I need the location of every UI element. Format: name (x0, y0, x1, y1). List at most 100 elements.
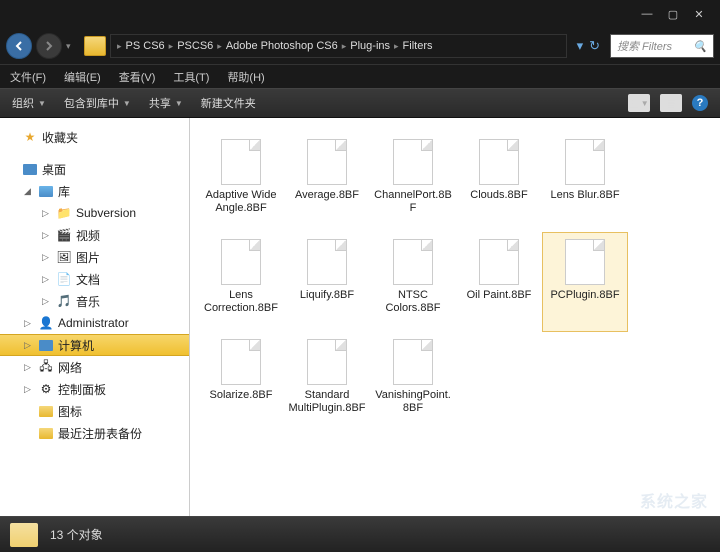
file-icon (221, 239, 261, 285)
file-item[interactable]: ChannelPort.8BF (370, 132, 456, 232)
desktop-icon (23, 164, 37, 175)
file-icon (565, 239, 605, 285)
new-folder-button[interactable]: 新建文件夹 (201, 95, 256, 111)
menu-help[interactable]: 帮助(H) (227, 69, 264, 85)
tree-lib-item[interactable]: ▷📄文档 (0, 268, 189, 290)
folder-icon (39, 428, 53, 439)
tree-lib-item[interactable]: ▷📁Subversion (0, 202, 189, 224)
file-label: Adaptive Wide Angle.8BF (201, 189, 281, 215)
file-icon (307, 339, 347, 385)
search-input[interactable]: 搜索 Filters 🔍 (610, 34, 714, 58)
file-label: Lens Blur.8BF (550, 189, 619, 202)
tree-lib-item[interactable]: ▷🎵音乐 (0, 290, 189, 312)
lib-item-icon: 🎵 (56, 294, 72, 308)
tree-lib-item[interactable]: ▷🎬视频 (0, 224, 189, 246)
crumb-3[interactable]: Plug-ins (350, 40, 390, 52)
crumb-4[interactable]: Filters (403, 40, 433, 52)
tree-library[interactable]: ◢ 库 (0, 180, 189, 202)
file-label: Standard MultiPlugin.8BF (287, 389, 367, 415)
menu-edit[interactable]: 编辑(E) (64, 69, 101, 85)
breadcrumb[interactable]: ▸ PS CS6▸ PSCS6▸ Adobe Photoshop CS6▸ Pl… (110, 34, 567, 58)
file-label: Lens Correction.8BF (201, 289, 281, 315)
toolbar: 组织▼ 包含到库中▼ 共享▼ 新建文件夹 ▦▼ ▤ ? (0, 88, 720, 118)
crumb-2[interactable]: Adobe Photoshop CS6 (226, 40, 338, 52)
preview-pane-button[interactable]: ▤ (660, 94, 682, 112)
tree-favorites[interactable]: ★ 收藏夹 (0, 126, 189, 148)
file-icon (221, 139, 261, 185)
file-item[interactable]: Lens Blur.8BF (542, 132, 628, 232)
file-icon (307, 139, 347, 185)
crumb-0[interactable]: PS CS6 (126, 40, 165, 52)
nav-tree: ★ 收藏夹 桌面 ◢ 库 ▷📁Subversion▷🎬视频▷🖼图片▷📄文档▷🎵音… (0, 118, 190, 516)
status-bar: 13 个对象 (0, 516, 720, 552)
search-icon: 🔍 (693, 40, 707, 53)
close-button[interactable]: ✕ (686, 4, 712, 24)
file-label: Solarize.8BF (210, 389, 273, 402)
file-icon (565, 139, 605, 185)
refresh-icon[interactable]: ↻ (589, 38, 600, 54)
lib-item-icon: 🎬 (56, 228, 72, 242)
file-label: Oil Paint.8BF (467, 289, 532, 302)
file-label: VanishingPoint.8BF (373, 389, 453, 415)
tree-lib-item[interactable]: ▷🖼图片 (0, 246, 189, 268)
file-icon (307, 239, 347, 285)
file-item[interactable]: Clouds.8BF (456, 132, 542, 232)
include-library-button[interactable]: 包含到库中▼ (64, 95, 131, 111)
file-item[interactable]: NTSC Colors.8BF (370, 232, 456, 332)
back-button[interactable] (6, 33, 32, 59)
nav-bar: ▾ ▸ PS CS6▸ PSCS6▸ Adobe Photoshop CS6▸ … (0, 28, 720, 64)
star-icon: ★ (22, 130, 38, 144)
file-item[interactable]: PCPlugin.8BF (542, 232, 628, 332)
tree-control-panel[interactable]: ▷⚙ 控制面板 (0, 378, 189, 400)
help-button[interactable]: ? (692, 95, 708, 111)
file-grid[interactable]: Adaptive Wide Angle.8BF Average.8BF Channe… (190, 118, 720, 516)
file-label: Liquify.8BF (300, 289, 354, 302)
folder-icon (39, 406, 53, 417)
menu-tools[interactable]: 工具(T) (173, 69, 209, 85)
file-label: NTSC Colors.8BF (373, 289, 453, 315)
titlebar: — ▢ ✕ (0, 0, 720, 28)
tree-desktop[interactable]: 桌面 (0, 158, 189, 180)
view-mode-button[interactable]: ▦▼ (628, 94, 650, 112)
search-placeholder: 搜索 Filters (617, 38, 672, 54)
cpanel-icon: ⚙ (38, 382, 54, 396)
file-item[interactable]: Lens Correction.8BF (198, 232, 284, 332)
recent-dropdown-icon[interactable]: ▾ (577, 38, 584, 54)
file-icon (479, 139, 519, 185)
menu-file[interactable]: 文件(F) (10, 69, 46, 85)
file-label: Clouds.8BF (470, 189, 527, 202)
file-item[interactable]: Adaptive Wide Angle.8BF (198, 132, 284, 232)
user-icon: 👤 (38, 316, 54, 330)
lib-item-icon: 📄 (56, 272, 72, 286)
file-label: Average.8BF (295, 189, 359, 202)
tree-recent-reg[interactable]: 最近注册表备份 (0, 422, 189, 444)
tree-administrator[interactable]: ▷👤 Administrator (0, 312, 189, 334)
history-dropdown[interactable]: ▾ (66, 41, 80, 52)
file-item[interactable]: Average.8BF (284, 132, 370, 232)
lib-item-icon: 🖼 (56, 250, 72, 264)
file-item[interactable]: Liquify.8BF (284, 232, 370, 332)
status-folder-icon (10, 523, 38, 547)
tree-icons[interactable]: 图标 (0, 400, 189, 422)
tree-network[interactable]: ▷🖧 网络 (0, 356, 189, 378)
maximize-button[interactable]: ▢ (660, 4, 686, 24)
file-item[interactable]: Oil Paint.8BF (456, 232, 542, 332)
menu-view[interactable]: 查看(V) (119, 69, 156, 85)
file-item[interactable]: VanishingPoint.8BF (370, 332, 456, 432)
file-item[interactable]: Standard MultiPlugin.8BF (284, 332, 370, 432)
menu-bar: 文件(F) 编辑(E) 查看(V) 工具(T) 帮助(H) (0, 64, 720, 88)
file-item[interactable]: Solarize.8BF (198, 332, 284, 432)
share-button[interactable]: 共享▼ (149, 95, 183, 111)
crumb-1[interactable]: PSCS6 (177, 40, 213, 52)
minimize-button[interactable]: — (634, 4, 660, 24)
status-count: 13 个对象 (50, 526, 103, 543)
file-label: PCPlugin.8BF (550, 289, 619, 302)
file-icon (221, 339, 261, 385)
library-icon (39, 186, 53, 197)
forward-button[interactable] (36, 33, 62, 59)
organize-button[interactable]: 组织▼ (12, 95, 46, 111)
file-icon (393, 239, 433, 285)
lib-item-icon: 📁 (56, 206, 72, 220)
file-icon (393, 139, 433, 185)
tree-computer[interactable]: ▷ 计算机 (0, 334, 189, 356)
